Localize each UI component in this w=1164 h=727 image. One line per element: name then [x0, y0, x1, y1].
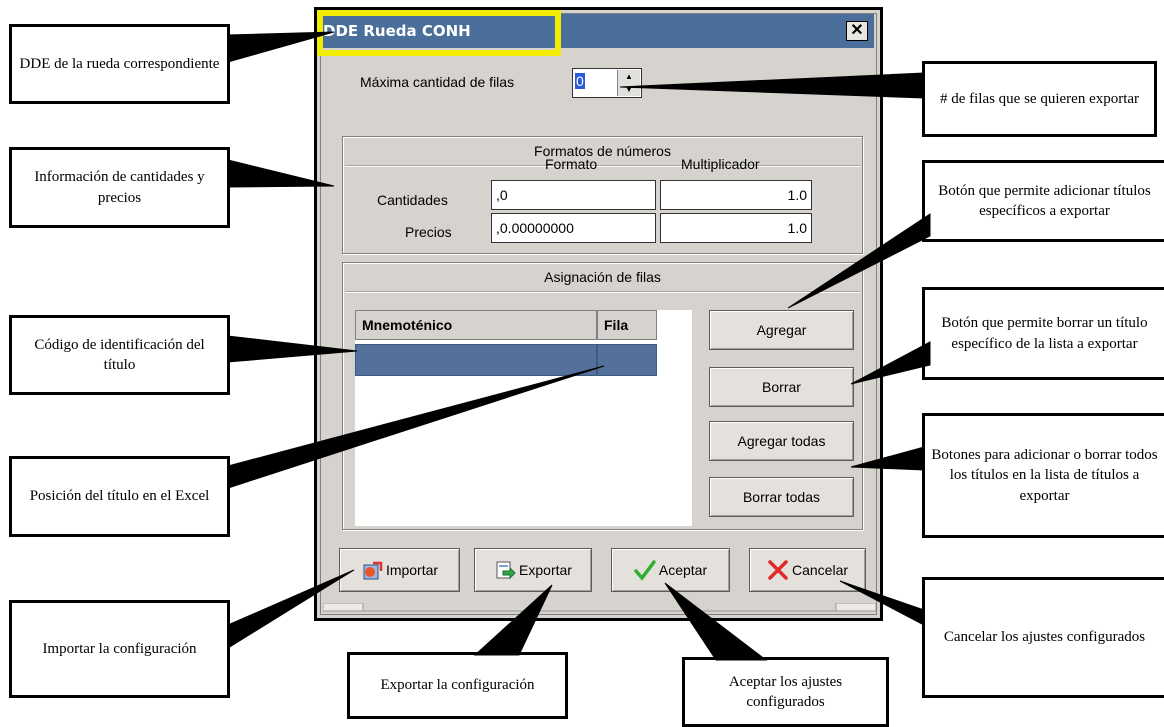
callout-cancel: Cancelar los ajustes configurados	[922, 577, 1164, 698]
add-button[interactable]: Agregar	[709, 310, 854, 350]
row-column-header[interactable]: Fila	[597, 310, 657, 340]
max-rows-label: Máxima cantidad de filas	[360, 74, 515, 90]
add-button-label: Agregar	[756, 322, 807, 338]
quantities-format-field[interactable]: ,0	[491, 180, 656, 210]
export-button[interactable]: Exportar	[474, 548, 592, 592]
multiplier-column-header: Multiplicador	[681, 156, 760, 172]
dde-settings-dialog: DDE Rueda CONH ✕ Máxima cantidad de fila…	[314, 7, 883, 621]
export-icon	[494, 559, 516, 581]
close-icon: ✕	[850, 22, 864, 39]
import-icon	[361, 559, 383, 581]
row-cell[interactable]	[597, 344, 657, 376]
group-separator	[345, 291, 860, 292]
callout-import: Importar la configuración	[9, 600, 230, 698]
callout-all-buttons: Botones para adicionar o borrar todos lo…	[922, 413, 1164, 538]
add-all-button[interactable]: Agregar todas	[709, 421, 854, 461]
prices-multiplier-field[interactable]: 1.0	[660, 213, 812, 243]
close-button[interactable]: ✕	[846, 21, 868, 41]
delete-button-label: Borrar	[762, 379, 801, 395]
callout-add-button: Botón que permite adicionar títulos espe…	[922, 160, 1164, 242]
format-column-header: Formato	[545, 156, 598, 172]
add-all-button-label: Agregar todas	[737, 433, 826, 449]
prices-label: Precios	[405, 224, 452, 240]
title-highlight	[317, 10, 561, 56]
callout-delete-button: Botón que permite borrar un título espec…	[922, 287, 1164, 380]
accept-button[interactable]: Aceptar	[611, 548, 730, 592]
callout-dde: DDE de la rueda correspondiente	[9, 24, 230, 104]
spin-down-icon[interactable]: ▼	[618, 83, 640, 96]
mnemonic-grid[interactable]: Mnemoténico Fila	[355, 310, 692, 526]
quantities-multiplier-field[interactable]: 1.0	[660, 180, 812, 210]
import-button-label: Importar	[385, 562, 439, 578]
delete-button[interactable]: Borrar	[709, 367, 854, 407]
prices-format-field[interactable]: ,0.00000000	[491, 213, 656, 243]
mnemonic-column-header[interactable]: Mnemoténico	[355, 310, 597, 340]
max-rows-spinner[interactable]: 0 ▲ ▼	[572, 68, 642, 98]
number-formats-title: Formatos de números	[534, 143, 671, 159]
checkmark-icon	[634, 559, 656, 581]
delete-all-button-label: Borrar todas	[742, 489, 821, 505]
callout-info: Información de cantidades y precios	[9, 147, 230, 228]
row-assignment-title: Asignación de filas	[544, 269, 661, 285]
callout-position: Posición del título en el Excel	[9, 456, 230, 537]
callout-export: Exportar la configuración	[347, 652, 568, 719]
import-button[interactable]: Importar	[339, 548, 460, 592]
cancel-button[interactable]: Cancelar	[749, 548, 866, 592]
spinner-buttons[interactable]: ▲ ▼	[617, 70, 640, 96]
cancel-x-icon	[767, 559, 789, 581]
callout-code: Código de identificación del título	[9, 315, 230, 395]
max-rows-value[interactable]: 0	[575, 73, 585, 89]
group-separator	[345, 165, 860, 166]
callout-rows: # de filas que se quieren exportar	[922, 61, 1157, 137]
status-bar	[322, 600, 877, 612]
mnemonic-cell[interactable]	[355, 344, 597, 376]
accept-button-label: Aceptar	[658, 562, 708, 578]
delete-all-button[interactable]: Borrar todas	[709, 477, 854, 517]
spin-up-icon[interactable]: ▲	[618, 70, 640, 83]
cancel-button-label: Cancelar	[791, 562, 849, 578]
quantities-label: Cantidades	[377, 192, 448, 208]
callout-accept: Aceptar los ajustes configurados	[682, 657, 889, 727]
export-button-label: Exportar	[519, 562, 572, 578]
